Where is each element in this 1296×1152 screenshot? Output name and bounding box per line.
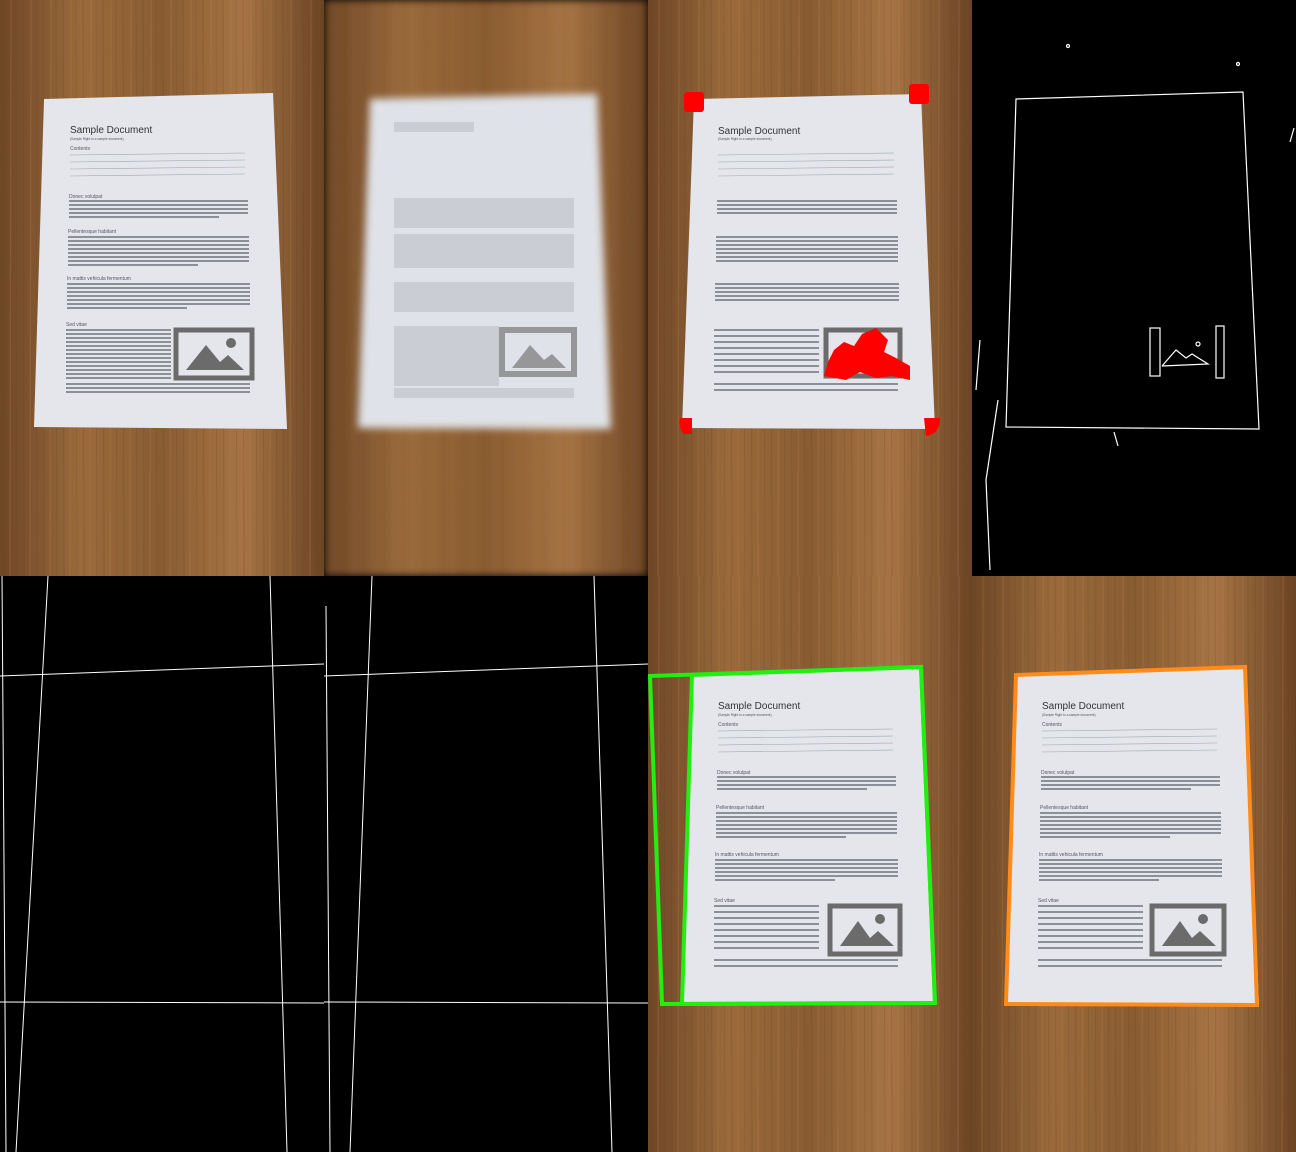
doc-section-1: Donec volutpat: [69, 194, 103, 200]
doc-section-2: Pellentesque habitant: [716, 805, 765, 811]
pipeline-grid: Sample Document (Sample Right to a sampl…: [0, 0, 1296, 1152]
panel-original: Sample Document (Sample Right to a sampl…: [0, 0, 324, 576]
doc-section-1: Donec volutpat: [717, 770, 751, 776]
corner-marker-top-left: [684, 92, 704, 112]
doc-section-4: Sed vitae: [66, 322, 87, 328]
doc-section-4: Sed vitae: [1038, 898, 1059, 904]
doc-section-1: Donec volutpat: [1041, 770, 1075, 776]
document-page: Sample Document (Sample Right to a sampl…: [34, 93, 287, 429]
doc-title: Sample Document: [70, 125, 152, 136]
document-page: Sample Document (Sample Right to a sampl…: [682, 669, 935, 1005]
doc-section-4: Sed vitae: [714, 898, 735, 904]
blurred-document-page: [358, 94, 611, 429]
doc-title: Sample Document: [718, 701, 800, 712]
doc-contents-label: Contents: [1042, 722, 1063, 728]
doc-section-2: Pellentesque habitant: [1040, 805, 1089, 811]
panel-final-quad: Sample Document (Sample Right to a sampl…: [972, 576, 1296, 1152]
doc-subtitle: (Sample Right to a sample document): [718, 713, 772, 717]
panel-candidate-quads: Sample Document (Sample Right to a sampl…: [648, 576, 972, 1152]
panel-corners-detected: Sample Document (Sample Right to a sampl…: [648, 0, 972, 576]
doc-contents-label: Contents: [70, 146, 91, 152]
doc-subtitle: (Sample Right to a sample document): [718, 137, 772, 141]
doc-title: Sample Document: [718, 126, 800, 137]
document-page: Sample Document (Sample Right to a sampl…: [1006, 669, 1259, 1005]
panel-hough-lines: [0, 576, 648, 1152]
panel-blurred: [324, 0, 648, 576]
doc-section-2: Pellentesque habitant: [68, 229, 117, 235]
panel-edge-map: [972, 0, 1296, 576]
doc-section-3: In mattis vehicula fermentum: [67, 276, 131, 282]
doc-contents-label: Contents: [718, 722, 739, 728]
doc-title: Sample Document: [1042, 701, 1124, 712]
doc-subtitle: (Sample Right to a sample document): [70, 137, 124, 141]
document-page: Sample Document (Sample Right to a sampl…: [682, 94, 935, 429]
doc-section-3: In mattis vehicula fermentum: [715, 852, 779, 858]
doc-section-3: In mattis vehicula fermentum: [1039, 852, 1103, 858]
corner-marker-top-right: [909, 84, 929, 104]
doc-subtitle: (Sample Right to a sample document): [1042, 713, 1096, 717]
